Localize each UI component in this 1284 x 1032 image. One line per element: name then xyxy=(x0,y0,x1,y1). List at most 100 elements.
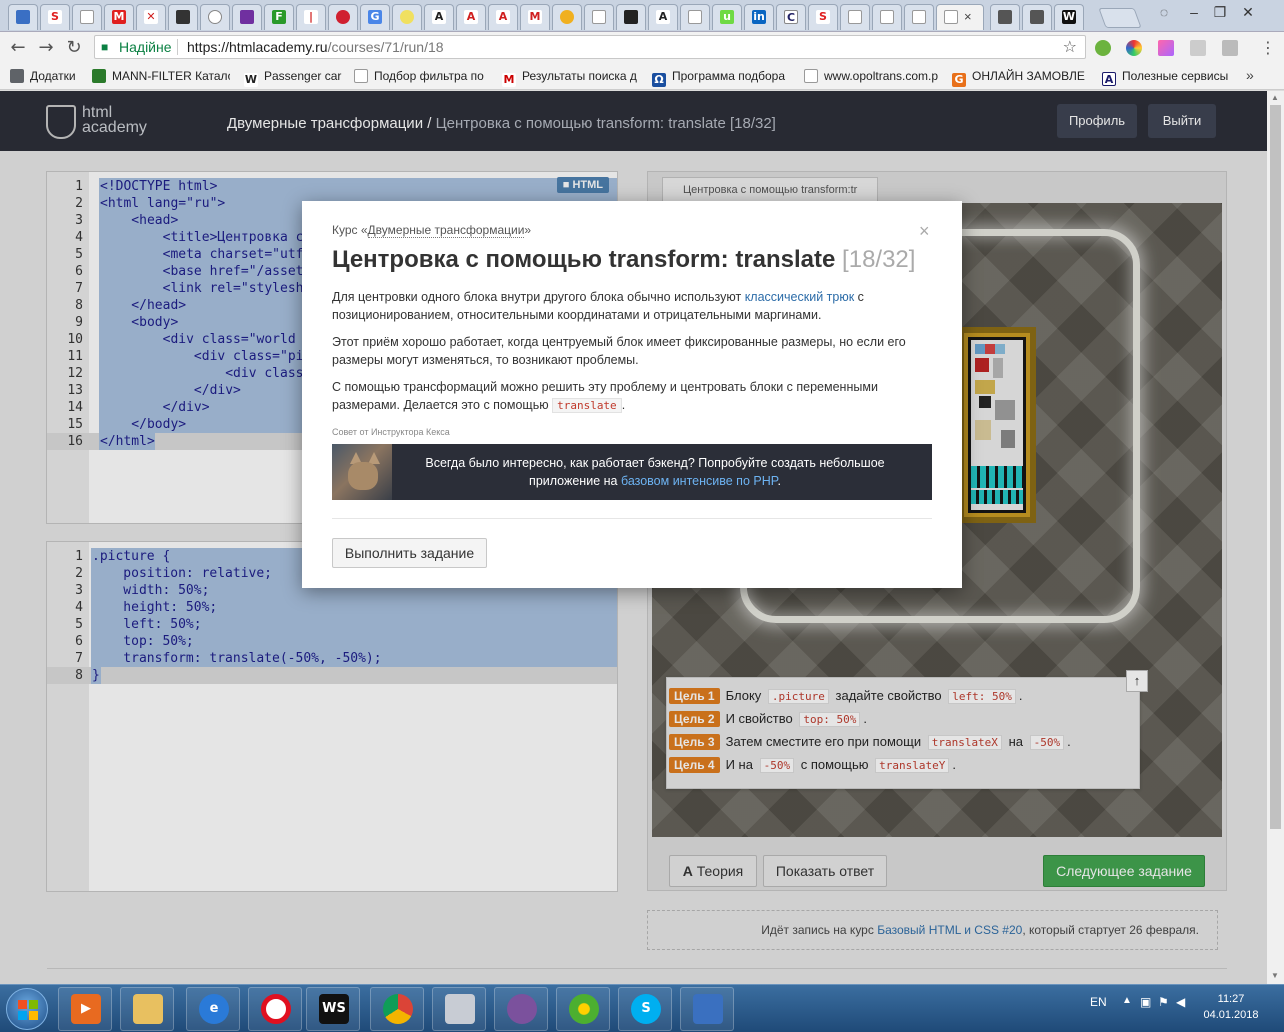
reload-icon[interactable]: ↻ xyxy=(64,37,84,58)
language-indicator[interactable]: EN xyxy=(1090,995,1107,1009)
browser-tab[interactable]: S xyxy=(808,4,838,30)
internet-explorer-icon: e xyxy=(199,994,229,1024)
browser-tab[interactable] xyxy=(552,4,582,30)
bookmark-item[interactable]: M Результаты поиска д xyxy=(502,69,640,87)
scroll-thumb[interactable] xyxy=(1270,105,1281,829)
network-icon[interactable]: ▣ xyxy=(1140,995,1151,1009)
red-circle-icon xyxy=(336,10,350,24)
browser-tab[interactable] xyxy=(1022,4,1052,30)
taskbar-opera[interactable] xyxy=(248,987,302,1031)
browser-tab[interactable]: M xyxy=(520,4,550,30)
windows-logo-icon xyxy=(18,1000,38,1020)
browser-tab[interactable] xyxy=(392,4,422,30)
browser-tab[interactable]: W xyxy=(1054,4,1084,30)
close-icon[interactable]: × xyxy=(919,221,930,242)
start-task-button[interactable]: Выполнить задание xyxy=(332,538,487,568)
bookmarks-more-button[interactable]: » xyxy=(1246,67,1254,83)
bookmark-item[interactable]: Подбор фильтра по xyxy=(354,69,488,83)
browser-tab[interactable]: A xyxy=(424,4,454,30)
bookmark-item[interactable]: www.opoltrans.com.p xyxy=(804,69,938,83)
extension-icon[interactable] xyxy=(1126,40,1142,56)
classic-trick-link[interactable]: классический трюк xyxy=(745,290,854,304)
browser-tab[interactable]: | xyxy=(296,4,326,30)
taskbar-calculator[interactable] xyxy=(432,987,486,1031)
taskbar-remote-desktop[interactable] xyxy=(680,987,734,1031)
apps-grid-icon xyxy=(10,69,24,83)
browser-tab[interactable] xyxy=(584,4,614,30)
scroll-up-icon[interactable]: ▲ xyxy=(1271,93,1279,102)
browser-tab[interactable]: G xyxy=(360,4,390,30)
browser-tab[interactable] xyxy=(840,4,870,30)
browser-tab[interactable] xyxy=(904,4,934,30)
browser-tab[interactable] xyxy=(232,4,262,30)
academy-icon: A xyxy=(432,10,446,24)
browser-tab[interactable] xyxy=(328,4,358,30)
page-scrollbar[interactable]: ▲ ▼ xyxy=(1267,91,1284,984)
close-tab-icon[interactable]: × xyxy=(964,9,972,24)
browser-tab[interactable]: C xyxy=(776,4,806,30)
page-icon xyxy=(880,10,894,24)
extension-icon[interactable] xyxy=(1095,40,1111,56)
taskbar-chrome[interactable] xyxy=(370,987,424,1031)
browser-tab[interactable] xyxy=(168,4,198,30)
taskbar-icq[interactable] xyxy=(556,987,610,1031)
thermometer-icon: | xyxy=(304,10,318,24)
browser-tab[interactable] xyxy=(8,4,38,30)
taskbar-webstorm[interactable]: WS xyxy=(306,987,360,1031)
bookmark-item[interactable]: A Полезные сервисы xyxy=(1102,69,1242,86)
browser-tab-active[interactable]: × xyxy=(936,4,984,30)
system-clock[interactable]: 11:27 04.01.2018 xyxy=(1192,991,1270,1023)
browser-tab[interactable]: M xyxy=(104,4,134,30)
bookmark-item[interactable]: G ОНЛАЙН ЗАМОВЛЕ xyxy=(952,69,1088,87)
browser-tab[interactable] xyxy=(990,4,1020,30)
browser-tab[interactable] xyxy=(200,4,230,30)
browser-tab[interactable]: A xyxy=(456,4,486,30)
browser-tab[interactable]: ✕ xyxy=(136,4,166,30)
browser-tab[interactable] xyxy=(680,4,710,30)
bookmark-item[interactable]: Ω Программа подбора xyxy=(652,69,788,87)
show-hidden-icons[interactable]: ▲ xyxy=(1122,995,1132,1006)
volume-icon[interactable]: ◀ xyxy=(1176,995,1185,1009)
taskbar-media-player[interactable]: ▶ xyxy=(58,987,112,1031)
taskbar-explorer[interactable] xyxy=(120,987,174,1031)
browser-tab[interactable]: F xyxy=(264,4,294,30)
back-icon[interactable]: ← xyxy=(8,37,28,58)
terminal-icon xyxy=(624,10,638,24)
scroll-down-icon[interactable]: ▼ xyxy=(1271,971,1279,980)
bookmark-star-icon[interactable]: ☆ xyxy=(1063,36,1077,58)
browser-tab[interactable]: in xyxy=(744,4,774,30)
window-close-icon[interactable]: ✕ xyxy=(1234,2,1262,22)
modal-course-link[interactable]: Двумерные трансформации xyxy=(367,223,525,238)
url-bar[interactable]: ■ Надійне https://htmlacademy.ru/courses… xyxy=(94,35,1086,59)
extension-icon[interactable] xyxy=(1222,40,1238,56)
taskbar-skype[interactable]: S xyxy=(618,987,672,1031)
browser-tab[interactable] xyxy=(616,4,646,30)
bookmark-item[interactable]: W Passenger car xyxy=(244,69,344,87)
page-icon xyxy=(804,69,818,83)
browser-tab[interactable]: A xyxy=(488,4,518,30)
modal-course: Курс «Двумерные трансформации» xyxy=(332,223,532,238)
forward-icon[interactable]: → xyxy=(36,37,56,58)
browser-tab[interactable]: A xyxy=(648,4,678,30)
extension-icon[interactable] xyxy=(1158,40,1174,56)
browser-tab[interactable] xyxy=(872,4,902,30)
browser-tab[interactable]: S xyxy=(40,4,70,30)
extension-icon[interactable] xyxy=(1190,40,1206,56)
flag-icon[interactable]: ⚑ xyxy=(1158,995,1169,1009)
taskbar-viber[interactable] xyxy=(494,987,548,1031)
restore-icon[interactable]: ❐ xyxy=(1206,2,1234,22)
bookmark-item[interactable]: Додатки xyxy=(10,69,86,83)
viber-icon xyxy=(507,994,537,1024)
bookmark-item[interactable]: MANN-FILTER Катало xyxy=(92,69,230,83)
start-button[interactable] xyxy=(6,988,48,1030)
bookmarks-bar: Додатки MANN-FILTER Катало W Passenger ca… xyxy=(0,62,1284,90)
minimize-icon[interactable]: – xyxy=(1180,2,1208,22)
new-tab-button[interactable] xyxy=(1098,8,1142,28)
php-course-link[interactable]: базовом интенсиве по PHP xyxy=(621,474,778,488)
windows-taskbar: ▶ e WS S EN ▲ ▣ ⚑ ◀ 11:27 04.01.2018 xyxy=(0,984,1284,1032)
user-icon[interactable]: ◌ xyxy=(1150,2,1178,22)
browser-tab[interactable] xyxy=(72,4,102,30)
browser-menu-icon[interactable]: ⋮ xyxy=(1260,38,1276,57)
browser-tab[interactable]: u xyxy=(712,4,742,30)
taskbar-ie[interactable]: e xyxy=(186,987,240,1031)
